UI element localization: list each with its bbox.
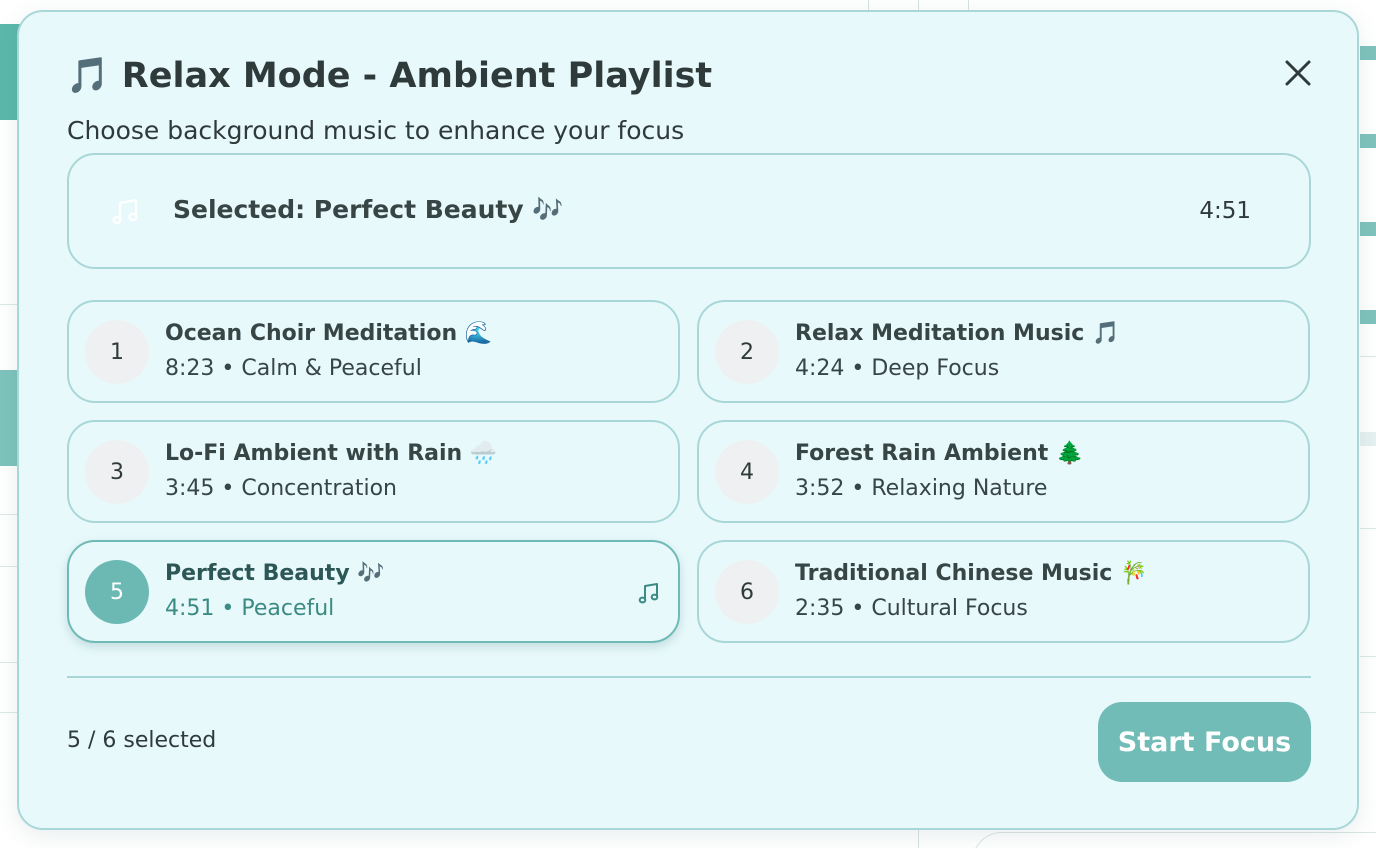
track-number: 5: [85, 560, 149, 624]
close-icon: [1285, 60, 1311, 86]
track-number: 1: [85, 320, 149, 384]
track-title: Ocean Choir Meditation 🌊: [165, 321, 493, 346]
track-meta: 4:24 • Deep Focus: [795, 356, 1000, 381]
start-focus-button[interactable]: Start Focus: [1098, 702, 1311, 782]
playlist-modal: 🎵 Relax Mode - Ambient Playlist Choose b…: [17, 10, 1359, 830]
selected-track-label: Selected: Perfect Beauty 🎶: [173, 195, 564, 224]
track-item[interactable]: 3 Lo-Fi Ambient with Rain 🌧️ 3:45 • Conc…: [67, 420, 680, 523]
track-title: Perfect Beauty 🎶: [165, 561, 385, 586]
track-meta: 3:52 • Relaxing Nature: [795, 476, 1048, 501]
background-accent-block: [1360, 310, 1376, 324]
track-item[interactable]: 1 Ocean Choir Meditation 🌊 8:23 • Calm &…: [67, 300, 680, 403]
track-item[interactable]: 4 Forest Rain Ambient 🌲 3:52 • Relaxing …: [697, 420, 1310, 523]
selection-count: 5 / 6 selected: [67, 728, 217, 753]
track-meta: 3:45 • Concentration: [165, 476, 397, 501]
selected-track-duration: 4:51: [1199, 198, 1251, 224]
background-accent-block: [1360, 432, 1376, 446]
track-title: Relax Meditation Music 🎵: [795, 321, 1120, 346]
close-button[interactable]: [1283, 58, 1313, 88]
track-item[interactable]: 6 Traditional Chinese Music 🎋 2:35 • Cul…: [697, 540, 1310, 643]
background-accent-block: [1360, 134, 1376, 148]
track-number: 2: [715, 320, 779, 384]
background-divider: [918, 830, 919, 848]
track-number: 3: [85, 440, 149, 504]
modal-subtitle: Choose background music to enhance your …: [67, 116, 685, 145]
background-accent-block: [1360, 46, 1376, 60]
background-divider: [1360, 356, 1376, 357]
selected-track-card: Selected: Perfect Beauty 🎶 4:51: [67, 153, 1311, 269]
track-title: Lo-Fi Ambient with Rain 🌧️: [165, 441, 498, 466]
background-divider: [1360, 656, 1376, 657]
track-title: Traditional Chinese Music 🎋: [795, 561, 1148, 586]
track-meta: 2:35 • Cultural Focus: [795, 596, 1028, 621]
music-notes-icon: [112, 198, 138, 225]
track-meta: 8:23 • Calm & Peaceful: [165, 356, 422, 381]
background-divider: [1360, 712, 1376, 713]
footer-divider: [67, 676, 1311, 678]
modal-title: 🎵 Relax Mode - Ambient Playlist: [66, 56, 713, 96]
track-number: 4: [715, 440, 779, 504]
track-meta: 4:51 • Peaceful: [165, 596, 335, 621]
background-card: [972, 832, 1376, 848]
music-note-icon: [638, 583, 659, 604]
track-item-active[interactable]: 5 Perfect Beauty 🎶 4:51 • Peaceful: [67, 540, 680, 643]
track-item[interactable]: 2 Relax Meditation Music 🎵 4:24 • Deep F…: [697, 300, 1310, 403]
track-number: 6: [715, 560, 779, 624]
background-divider: [1360, 528, 1376, 529]
track-title: Forest Rain Ambient 🌲: [795, 441, 1084, 466]
background-accent-block: [1360, 222, 1376, 236]
